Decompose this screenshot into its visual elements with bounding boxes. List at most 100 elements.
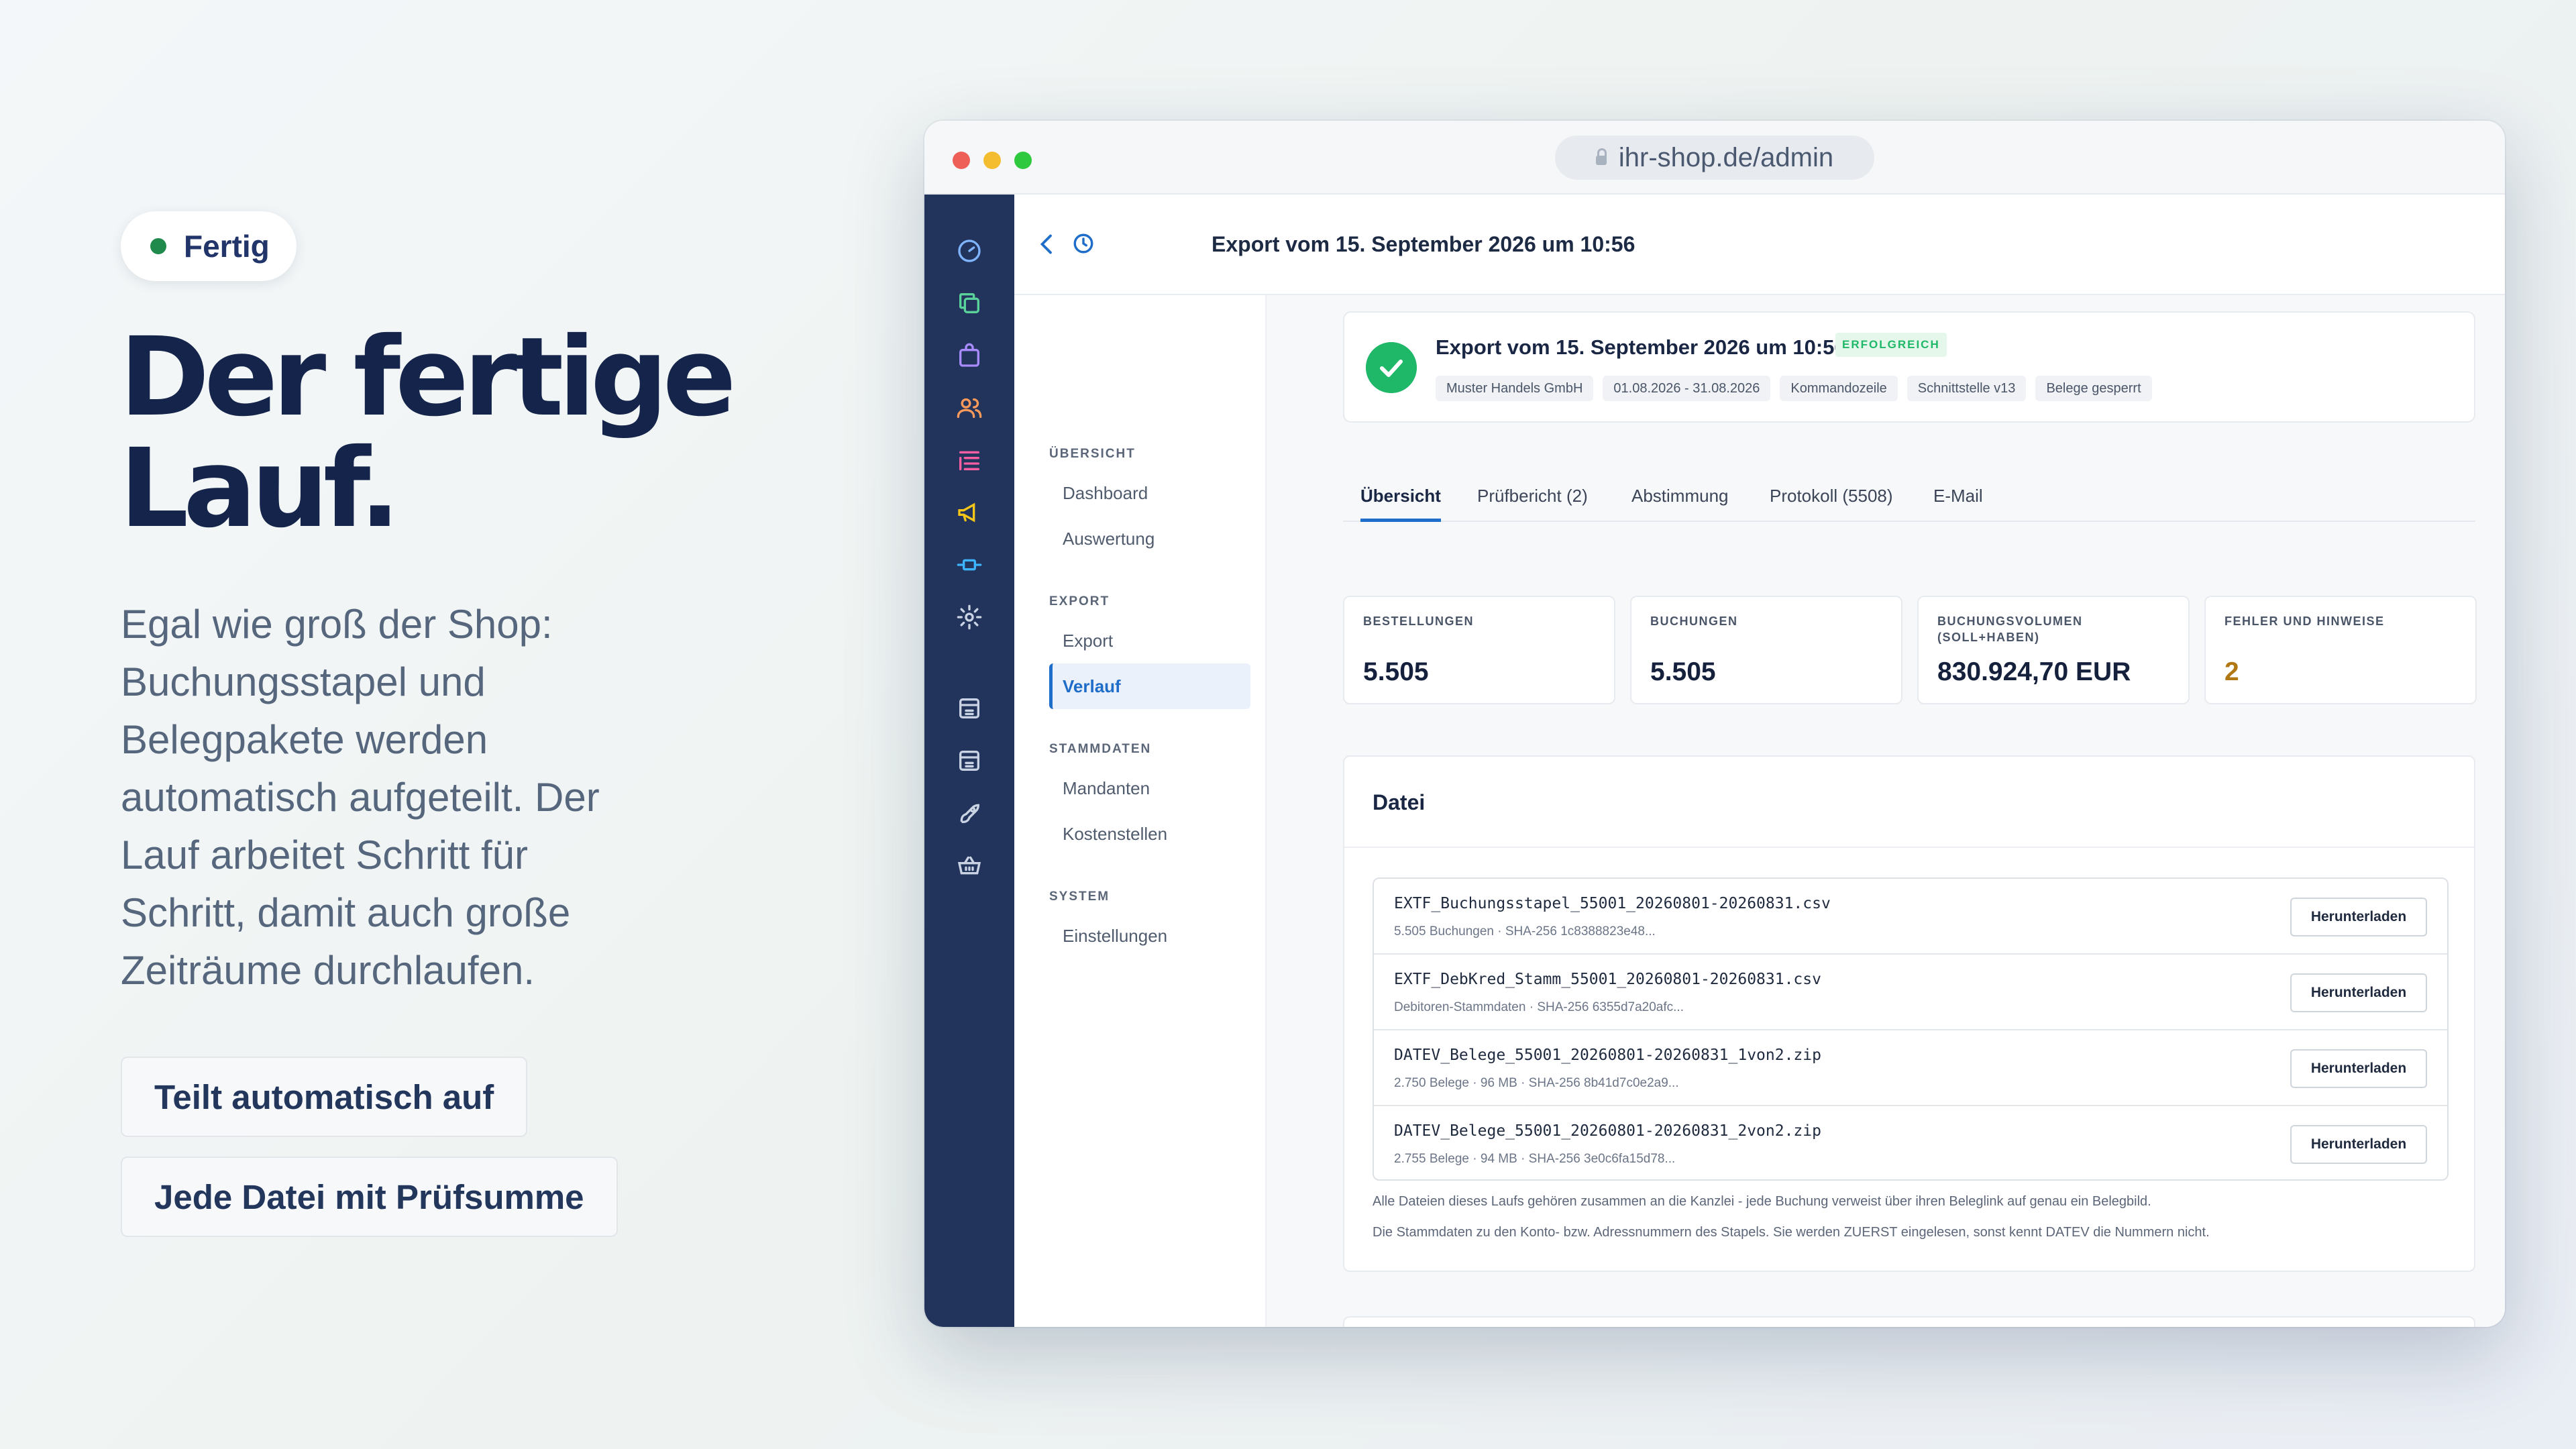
file-meta: 2.755 Belege · 94 MB · SHA-256 3e0c6fa15… <box>1394 1152 1676 1166</box>
lead-line: Egal wie groß der Shop: <box>121 602 553 647</box>
status-badge-label: Fertig <box>184 229 270 264</box>
stat-card-bestellungen: BESTELLUNGEN 5.505 <box>1343 596 1615 704</box>
file-name: EXTF_DebKred_Stamm_55001_20260801-202608… <box>1394 971 1821 988</box>
download-button[interactable]: Herunterladen <box>2290 973 2427 1012</box>
nav-item-export[interactable]: Export <box>1049 618 1250 663</box>
users-icon[interactable] <box>956 394 983 421</box>
headline-line-2: Lauf. <box>119 426 400 552</box>
nav-item-auswertung[interactable]: Auswertung <box>1049 516 1250 561</box>
export-tags: Muster Handels GmbH 01.08.2026 - 31.08.2… <box>1436 376 2152 401</box>
back-icon[interactable] <box>1037 231 1057 258</box>
stat-label: BUCHUNGSVOLUMEN (SOLL+HABEN) <box>1937 614 2083 644</box>
address-bar[interactable]: ihr-shop.de/admin <box>1555 136 1874 180</box>
main-content: Export vom 15. September 2026 um 10:56 E… <box>1267 295 2505 1327</box>
lead-line: Schritt, damit auch große <box>121 890 571 935</box>
nav-item-kostenstellen[interactable]: Kostenstellen <box>1049 811 1250 857</box>
file-meta: 5.505 Buchungen · SHA-256 1c8388823e48..… <box>1394 924 1656 938</box>
address-bar-url: ihr-shop.de/admin <box>1618 142 1834 172</box>
nav-item-verlauf[interactable]: Verlauf <box>1049 663 1250 709</box>
status-dot <box>150 238 166 254</box>
tag-mandant: Muster Handels GmbH <box>1436 376 1594 401</box>
status-success-badge: ERFOLGREICH <box>1835 333 1947 357</box>
page-title: Export vom 15. September 2026 um 10:56 <box>1212 232 1635 256</box>
files-card-header: Datei <box>1344 757 2474 848</box>
export-summary-card: Export vom 15. September 2026 um 10:56 E… <box>1343 311 2475 423</box>
lead-line: Lauf arbeitet Schritt für <box>121 833 528 877</box>
browser-titlebar: ihr-shop.de/admin <box>924 121 2505 195</box>
history-icon[interactable] <box>1072 232 1095 255</box>
file-name: DATEV_Belege_55001_20260801-20260831_1vo… <box>1394 1046 1821 1064</box>
stat-value: 5.505 <box>1650 657 1716 686</box>
close-window-button[interactable] <box>953 152 970 169</box>
lock-icon <box>1595 148 1607 165</box>
download-button[interactable]: Herunterladen <box>2290 1049 2427 1088</box>
stat-label: FEHLER UND HINWEISE <box>2224 614 2385 628</box>
detail-tabs: Übersicht Prüfbericht (2) Abstimmung Pro… <box>1343 476 2475 522</box>
headline-line-1: Der fertige <box>119 315 737 441</box>
browser-window: ihr-shop.de/admin Export vom 15. Septemb… <box>924 121 2505 1327</box>
file-row: EXTF_DebKred_Stamm_55001_20260801-202608… <box>1374 955 2447 1030</box>
download-button[interactable]: Herunterladen <box>2290 898 2427 936</box>
gear-icon[interactable] <box>956 604 983 631</box>
nav-item-einstellungen[interactable]: Einstellungen <box>1049 913 1250 959</box>
nav-item-mandanten[interactable]: Mandanten <box>1049 765 1250 811</box>
rocket-icon[interactable] <box>956 800 983 826</box>
nav-section-export: EXPORT <box>1049 594 1110 608</box>
stat-label: BUCHUNGEN <box>1650 614 1738 628</box>
tag-interface: Schnittstelle v13 <box>1907 376 2027 401</box>
list-icon[interactable] <box>956 447 983 474</box>
tab-abstimmung[interactable]: Abstimmung <box>1631 476 1729 522</box>
tab-protokoll[interactable]: Protokoll (5508) <box>1770 476 1893 522</box>
basket-icon[interactable] <box>956 852 983 879</box>
tab-uebersicht[interactable]: Übersicht <box>1360 476 1441 522</box>
plug-icon[interactable] <box>956 551 983 578</box>
status-badge: Fertig <box>121 211 297 281</box>
tab-email[interactable]: E-Mail <box>1933 476 1983 522</box>
files-note: Alle Dateien dieses Laufs gehören zusamm… <box>1373 1194 2151 1209</box>
stat-label: BESTELLUNGEN <box>1363 614 1474 628</box>
lead-paragraph: Egal wie groß der Shop: Buchungsstapel u… <box>121 596 631 1000</box>
files-card-title: Datei <box>1373 790 1426 814</box>
file-row: DATEV_Belege_55001_20260801-20260831_2vo… <box>1374 1106 2447 1179</box>
file-row: DATEV_Belege_55001_20260801-20260831_1vo… <box>1374 1030 2447 1106</box>
maximize-window-button[interactable] <box>1014 152 1032 169</box>
megaphone-icon[interactable] <box>956 499 983 526</box>
stat-value: 830.924,70 EUR <box>1937 657 2131 686</box>
icon-sidebar <box>924 195 1014 1327</box>
file-meta: Debitoren-Stammdaten · SHA-256 6355d7a20… <box>1394 1000 1684 1014</box>
file-row: EXTF_Buchungsstapel_55001_20260801-20260… <box>1374 879 2447 955</box>
stat-card-volumen: BUCHUNGSVOLUMEN (SOLL+HABEN) 830.924,70 … <box>1917 596 2190 704</box>
lead-line: Belegpakete werden <box>121 717 488 762</box>
file-name: EXTF_Buchungsstapel_55001_20260801-20260… <box>1394 895 1831 912</box>
stat-value: 2 <box>2224 657 2239 686</box>
lead-line: Buchungsstapel und <box>121 659 486 704</box>
lead-line: Zeiträume durchlaufen. <box>121 948 535 993</box>
tab-pruefbericht[interactable]: Prüfbericht (2) <box>1477 476 1588 522</box>
success-check-icon <box>1366 342 1417 393</box>
store-icon[interactable] <box>956 695 983 722</box>
file-meta: 2.750 Belege · 96 MB · SHA-256 8b41d7c0e… <box>1394 1076 1679 1090</box>
feature-pill-split: Teilt automatisch auf <box>121 1057 528 1137</box>
tag-period: 01.08.2026 - 31.08.2026 <box>1603 376 1771 401</box>
stat-card-buchungen: BUCHUNGEN 5.505 <box>1630 596 1902 704</box>
file-list: EXTF_Buchungsstapel_55001_20260801-20260… <box>1373 877 2449 1181</box>
files-card: Datei EXTF_Buchungsstapel_55001_20260801… <box>1343 755 2475 1272</box>
tag-locked: Belege gesperrt <box>2035 376 2152 401</box>
stat-value: 5.505 <box>1363 657 1429 686</box>
bag-icon[interactable] <box>956 342 983 369</box>
nav-item-dashboard[interactable]: Dashboard <box>1049 470 1250 516</box>
minimize-window-button[interactable] <box>983 152 1001 169</box>
file-name: DATEV_Belege_55001_20260801-20260831_2vo… <box>1394 1122 1821 1140</box>
stat-card-fehler: FEHLER UND HINWEISE 2 <box>2204 596 2477 704</box>
download-button[interactable]: Herunterladen <box>2290 1125 2427 1164</box>
copy-icon[interactable] <box>956 290 983 317</box>
secondary-nav: ÜBERSICHT Dashboard Auswertung EXPORT Ex… <box>1014 295 1267 1327</box>
page-header: Export vom 15. September 2026 um 10:56 <box>1014 195 2505 295</box>
gauge-icon[interactable] <box>956 237 983 264</box>
nav-section-stammdaten: STAMMDATEN <box>1049 742 1152 756</box>
nav-section-overview: ÜBERSICHT <box>1049 447 1136 461</box>
next-card-stub <box>1343 1316 2475 1327</box>
store-icon-2[interactable] <box>956 747 983 774</box>
tag-source: Kommandozeile <box>1780 376 1898 401</box>
lead-line: automatisch aufgeteilt. Der <box>121 775 600 820</box>
